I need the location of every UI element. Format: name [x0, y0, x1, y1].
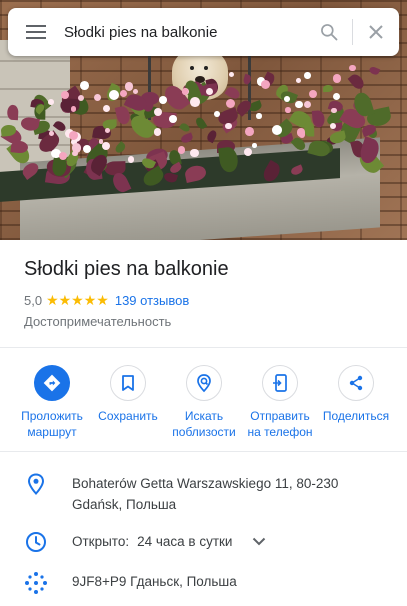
divider — [0, 451, 407, 452]
save-label: Сохранить — [98, 409, 158, 423]
chevron-down-icon[interactable] — [252, 537, 266, 546]
flower — [308, 89, 317, 99]
flower — [225, 98, 235, 108]
action-bar: Проложить маршрут Сохранить Искать поблизо… — [14, 365, 394, 440]
bookmark-icon — [110, 365, 146, 401]
save-button[interactable]: Сохранить — [90, 365, 166, 440]
hours-value: 24 часа в сутки — [137, 534, 233, 549]
flower — [48, 99, 55, 105]
flower — [272, 125, 282, 135]
flower — [119, 89, 127, 97]
plus-code-text: 9JF8+P9 Гданьск, Польша — [72, 574, 237, 589]
hours-row[interactable]: Открыто: 24 часа в сутки — [0, 531, 407, 553]
star-rating-icon: ★★★★★ — [46, 292, 109, 308]
flower — [284, 96, 291, 102]
menu-icon[interactable] — [8, 8, 64, 56]
flower — [105, 128, 110, 134]
divider — [0, 347, 407, 348]
share-icon — [338, 365, 374, 401]
flower — [68, 131, 78, 141]
search-input[interactable] — [64, 8, 306, 56]
flower — [304, 72, 311, 79]
flower — [214, 111, 220, 117]
close-icon[interactable] — [353, 8, 399, 56]
flower — [295, 77, 301, 83]
hours-status: Открыто: — [72, 534, 130, 549]
flower — [285, 107, 291, 113]
nearby-button[interactable]: Искать поблизости — [166, 365, 242, 440]
flower — [190, 96, 201, 107]
flower — [190, 149, 199, 158]
flower — [109, 90, 120, 100]
hours-text: Открыто: 24 часа в сутки — [72, 531, 266, 552]
search-icon[interactable] — [306, 8, 352, 56]
flower — [124, 82, 134, 91]
send-to-phone-icon — [262, 365, 298, 401]
flower — [331, 107, 337, 114]
plus-code-row[interactable]: 9JF8+P9 Гданьск, Польша — [0, 571, 407, 595]
clock-icon — [0, 531, 72, 553]
address-text: Bohaterów Getta Warszawskiego 11, 80-230… — [72, 476, 339, 512]
flower — [295, 100, 303, 109]
share-label: Поделиться — [322, 409, 390, 423]
flower — [252, 143, 258, 148]
share-button[interactable]: Поделиться — [318, 365, 394, 440]
flower — [177, 146, 185, 154]
leaf — [7, 104, 19, 121]
place-category: Достопримечательность — [24, 314, 172, 329]
nearby-icon — [186, 365, 222, 401]
flower — [245, 126, 254, 136]
place-title: Słodki pies na balkonie — [24, 258, 229, 280]
directions-button[interactable]: Проложить маршрут — [14, 365, 90, 440]
plus-code-icon — [0, 571, 72, 595]
flower — [154, 108, 163, 116]
flower — [93, 94, 101, 102]
flower — [77, 94, 84, 102]
rating-row: 5,0 ★★★★★ 139 отзывов — [24, 292, 189, 309]
flower — [72, 150, 78, 156]
reviews-link[interactable]: 139 отзывов — [115, 293, 189, 308]
flower — [48, 130, 54, 136]
location-pin-icon — [0, 473, 72, 495]
leaf — [303, 121, 315, 137]
address-row[interactable]: Bohaterów Getta Warszawskiego 11, 80-230… — [0, 473, 407, 515]
directions-icon — [34, 365, 70, 401]
flower — [79, 81, 89, 91]
nearby-label: Искать поблизости — [172, 409, 236, 439]
flower — [99, 139, 104, 144]
send-to-phone-button[interactable]: Отправить на телефон — [242, 365, 318, 440]
flower — [243, 147, 252, 156]
flower — [159, 95, 167, 104]
flower — [169, 114, 177, 123]
flower — [256, 113, 262, 119]
flower — [153, 128, 161, 136]
flower — [333, 74, 342, 83]
rating-value: 5,0 — [24, 293, 43, 308]
search-bar — [8, 8, 399, 56]
directions-label: Проложить маршрут — [21, 409, 83, 439]
send-to-phone-label: Отправить на телефон — [247, 409, 313, 439]
flower — [349, 64, 356, 72]
